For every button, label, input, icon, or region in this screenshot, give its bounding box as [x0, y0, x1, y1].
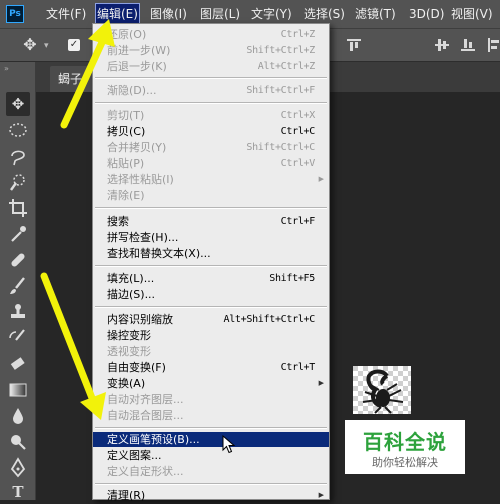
- yellow-arrow-icon: [60, 19, 115, 129]
- yellow-arrow-icon: [40, 272, 106, 420]
- annotation-overlay: [40, 19, 115, 420]
